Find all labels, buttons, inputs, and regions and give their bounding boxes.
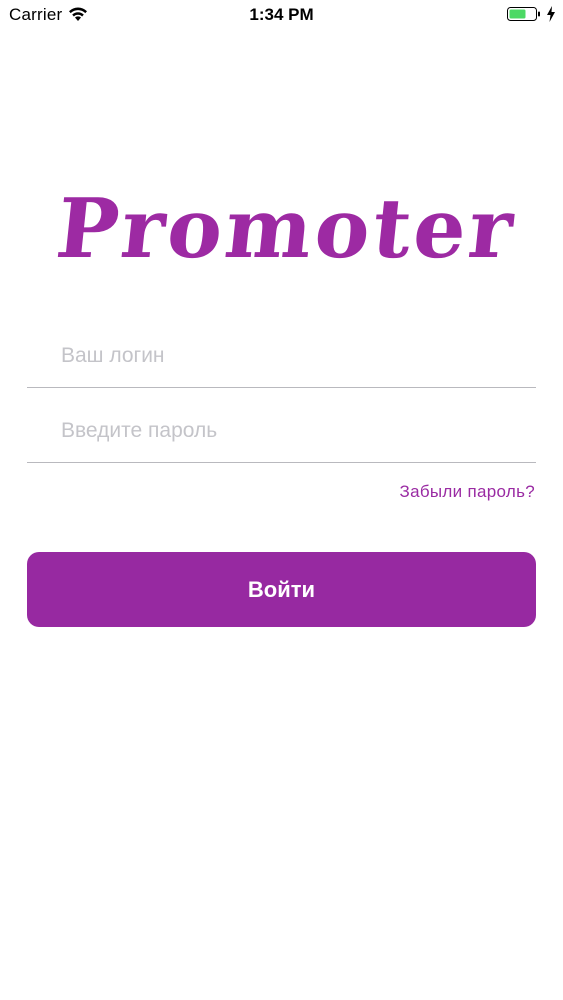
login-input[interactable]: [61, 327, 521, 385]
forgot-password-link[interactable]: Забыли пароль?: [400, 482, 535, 502]
battery-icon: [507, 7, 540, 21]
status-time: 1:34 PM: [249, 5, 314, 24]
login-button[interactable]: Войти: [27, 552, 536, 627]
app-logo: Promoter: [0, 181, 563, 277]
password-input[interactable]: [61, 402, 521, 460]
logo-text: Promoter: [52, 181, 521, 277]
charging-icon: [547, 6, 555, 22]
login-field-container: [27, 327, 536, 388]
status-bar: Carrier 1:34 PM: [0, 0, 563, 30]
password-field-container: [27, 402, 536, 463]
